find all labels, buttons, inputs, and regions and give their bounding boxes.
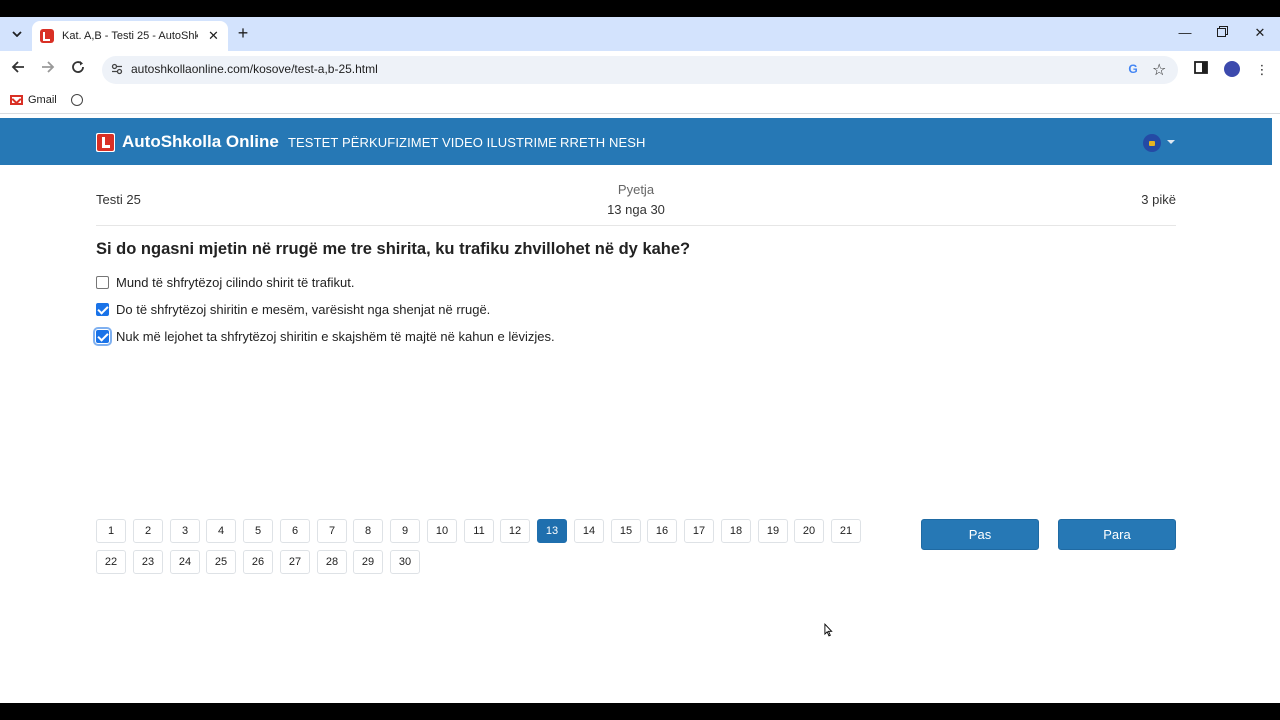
kosovo-flag-icon[interactable] — [1143, 134, 1161, 152]
browser-tab[interactable]: Kat. A,B - Testi 25 - AutoShkolla Online… — [32, 21, 228, 51]
question-number-10[interactable]: 10 — [427, 519, 457, 543]
site-navbar: AutoShkolla Online TESTET PËRKUFIZIMET V… — [0, 118, 1272, 165]
question-number-18[interactable]: 18 — [721, 519, 751, 543]
question-number-19[interactable]: 19 — [758, 519, 788, 543]
question-number-28[interactable]: 28 — [317, 550, 347, 574]
question-number-17[interactable]: 17 — [684, 519, 714, 543]
forward-arrow-icon[interactable] — [38, 60, 58, 80]
bookmarks-bar: Gmail — [0, 89, 1280, 114]
question-number-26[interactable]: 26 — [243, 550, 273, 574]
gmail-icon — [10, 95, 23, 105]
question-number-5[interactable]: 5 — [243, 519, 273, 543]
question-number-1[interactable]: 1 — [96, 519, 126, 543]
profile-avatar-icon[interactable] — [1224, 61, 1240, 77]
page-scroll-edge — [1272, 114, 1280, 703]
nav-rreth-nesh[interactable]: RRETH NESH — [560, 135, 646, 150]
question-number-13[interactable]: 13 — [537, 519, 567, 543]
browser-tab-bar: Kat. A,B - Testi 25 - AutoShkolla Online… — [0, 17, 1280, 51]
question-number-22[interactable]: 22 — [96, 550, 126, 574]
screen-top-border — [0, 0, 1280, 17]
previous-button[interactable]: Pas — [921, 519, 1039, 550]
minimize-icon[interactable]: — — [1175, 25, 1195, 40]
question-number-16[interactable]: 16 — [647, 519, 677, 543]
question-number-12[interactable]: 12 — [500, 519, 530, 543]
question-number-27[interactable]: 27 — [280, 550, 310, 574]
bookmark-gmail-label: Gmail — [28, 94, 57, 106]
question-number-4[interactable]: 4 — [206, 519, 236, 543]
question-number-15[interactable]: 15 — [611, 519, 641, 543]
caret-down-icon[interactable] — [1167, 140, 1175, 144]
question-number-25[interactable]: 25 — [206, 550, 236, 574]
question-number-6[interactable]: 6 — [280, 519, 310, 543]
question-number-8[interactable]: 8 — [353, 519, 383, 543]
site-brand[interactable]: AutoShkolla Online — [96, 132, 279, 152]
web-page: AutoShkolla Online TESTET PËRKUFIZIMET V… — [0, 114, 1272, 703]
answer-option-3[interactable]: Nuk më lejohet ta shfrytëzoj shiritin e … — [93, 327, 555, 346]
answer-text-2: Do të shfrytëzoj shiritin e mesëm, varës… — [116, 302, 491, 317]
question-number-14[interactable]: 14 — [574, 519, 604, 543]
answer-checkbox-3[interactable] — [93, 327, 112, 346]
question-number-24[interactable]: 24 — [170, 550, 200, 574]
answer-checkbox-1[interactable] — [96, 276, 109, 289]
question-text: Si do ngasni mjetin në rrugë me tre shir… — [96, 240, 691, 258]
question-number-3[interactable]: 3 — [170, 519, 200, 543]
answer-text-1: Mund të shfrytëzoj cilindo shirit të tra… — [116, 275, 355, 290]
address-bar[interactable]: autoshkollaonline.com/kosove/test-a,b-25… — [102, 56, 1178, 84]
answer-option-1[interactable]: Mund të shfrytëzoj cilindo shirit të tra… — [96, 275, 354, 290]
side-panel-icon[interactable] — [1191, 60, 1211, 80]
more-menu-icon[interactable]: ⋮ — [1252, 60, 1272, 80]
mouse-cursor-icon — [824, 623, 833, 637]
brand-logo-icon — [96, 132, 115, 152]
question-number-11[interactable]: 11 — [464, 519, 494, 543]
bookmark-star-icon[interactable]: ☆ — [1152, 60, 1166, 80]
browser-toolbar: autoshkollaonline.com/kosove/test-a,b-25… — [0, 51, 1280, 89]
question-number-20[interactable]: 20 — [794, 519, 824, 543]
question-number-2[interactable]: 2 — [133, 519, 163, 543]
url-text[interactable]: autoshkollaonline.com/kosove/test-a,b-25… — [131, 62, 378, 76]
question-number-21[interactable]: 21 — [831, 519, 861, 543]
close-tab-icon[interactable]: ✕ — [208, 28, 219, 44]
answer-checkbox-2[interactable] — [96, 303, 109, 316]
nav-perkufizimet[interactable]: PËRKUFIZIMET — [342, 135, 439, 150]
screen-bottom-border — [0, 703, 1280, 720]
site-favicon-icon — [40, 29, 54, 43]
back-arrow-icon[interactable] — [8, 60, 28, 80]
question-number-30[interactable]: 30 — [390, 550, 420, 574]
question-counter: 13 nga 30 — [607, 202, 665, 217]
next-button[interactable]: Para — [1058, 519, 1176, 550]
question-label: Pyetja — [617, 182, 655, 197]
google-lens-icon[interactable]: G — [1126, 62, 1140, 76]
question-number-7[interactable]: 7 — [317, 519, 347, 543]
answer-option-2[interactable]: Do të shfrytëzoj shiritin e mesëm, varës… — [96, 302, 490, 317]
nav-testet[interactable]: TESTET — [288, 135, 338, 150]
restore-icon[interactable] — [1212, 25, 1232, 40]
question-number-29[interactable]: 29 — [353, 550, 383, 574]
nav-video-ilustrime[interactable]: VIDEO ILUSTRIME — [442, 135, 557, 150]
test-info-row: Testi 25 Pyetja 13 nga 30 3 pikë — [96, 176, 1176, 226]
globe-bookmark-icon[interactable] — [71, 94, 83, 106]
brand-name: AutoShkolla Online — [122, 132, 279, 151]
tab-title: Kat. A,B - Testi 25 - AutoShkolla Online — [62, 30, 198, 42]
bookmark-gmail[interactable]: Gmail — [10, 94, 57, 106]
question-number-23[interactable]: 23 — [133, 550, 163, 574]
site-info-icon[interactable] — [110, 63, 124, 77]
close-window-icon[interactable]: ✕ — [1250, 25, 1270, 41]
question-points: 3 pikë — [1141, 192, 1176, 207]
question-number-9[interactable]: 9 — [390, 519, 420, 543]
reload-icon[interactable] — [68, 60, 88, 80]
tab-search-chevron-icon[interactable] — [6, 23, 28, 45]
new-tab-button[interactable]: + — [234, 24, 252, 43]
answer-text-3: Nuk më lejohet ta shfrytëzoj shiritin e … — [116, 329, 555, 344]
